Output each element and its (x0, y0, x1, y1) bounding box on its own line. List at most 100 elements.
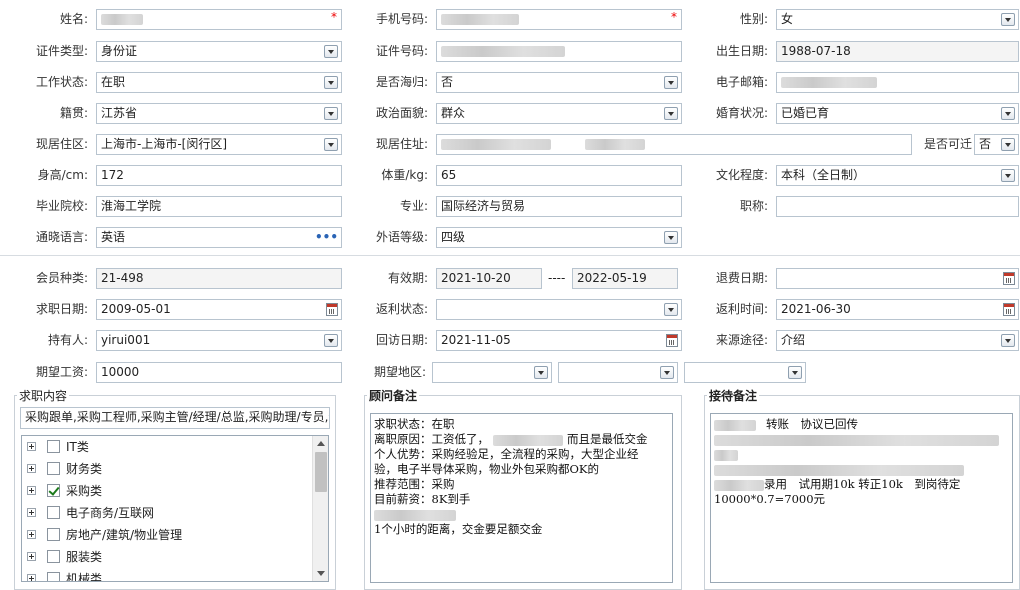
rebate-time-input[interactable]: 2021-06-30 (776, 299, 1019, 320)
advisor-notes-textarea[interactable]: 求职状态：在职 离职原因：工资低了， 而且是最低交金 个人优势：采购经验足，全流程… (370, 413, 673, 583)
more-icon[interactable]: ••• (315, 230, 338, 244)
plus-icon[interactable] (27, 486, 36, 495)
job-intent-summary[interactable]: 采购跟单,采购工程师,采购主管/经理/总监,采购助理/专员,仓 (20, 407, 330, 429)
id-no-input[interactable] (436, 41, 682, 62)
calendar-icon[interactable] (1003, 272, 1015, 285)
source-select[interactable]: 介绍 (776, 330, 1019, 351)
gender-select[interactable]: 女 (776, 9, 1019, 30)
residence-area-select[interactable]: 上海市-上海市-[闵行区] (96, 134, 342, 155)
salary-input[interactable]: 10000 (96, 362, 342, 383)
plus-icon[interactable] (27, 442, 36, 451)
note-line: 转账 协议已回传 (714, 417, 1009, 432)
title-input[interactable] (776, 196, 1019, 217)
lang-level-select[interactable]: 四级 (436, 227, 682, 248)
plus-icon[interactable] (27, 464, 36, 473)
member-type-field[interactable]: 21-498 (96, 268, 342, 289)
education-select[interactable]: 本科（全日制） (776, 165, 1019, 186)
native-select[interactable]: 江苏省 (96, 103, 342, 124)
calendar-icon[interactable] (326, 303, 338, 316)
scroll-up-icon[interactable] (317, 441, 325, 446)
tree-scrollbar[interactable] (312, 436, 328, 581)
region-city-select[interactable] (558, 362, 678, 383)
visit-date-input[interactable]: 2021-11-05 (436, 330, 682, 351)
returnee-select[interactable]: 否 (436, 72, 682, 93)
reception-notes-textarea[interactable]: 转账 协议已回传 录用 试用期10k 转正10k 到岗待定 10000*0.7=… (710, 413, 1013, 583)
chevron-down-icon[interactable] (1001, 334, 1015, 347)
chevron-down-icon[interactable] (664, 231, 678, 244)
valid-to-field[interactable]: 2022-05-19 (572, 268, 678, 289)
school-input[interactable]: 淮海工学院 (96, 196, 342, 217)
calendar-icon[interactable] (666, 334, 678, 347)
tree-label: 机械类 (66, 572, 103, 582)
chevron-down-icon[interactable] (1001, 138, 1015, 151)
birth-date-field[interactable]: 1988-07-18 (776, 41, 1019, 62)
note-line: 10000*0.7=7000元 (714, 492, 826, 506)
checkbox-icon[interactable] (47, 440, 60, 453)
label-id-type: 证件类型: (35, 44, 88, 58)
checkbox-icon[interactable] (47, 528, 60, 541)
chevron-down-icon[interactable] (664, 303, 678, 316)
chevron-down-icon[interactable] (324, 138, 338, 151)
height-input[interactable]: 172 (96, 165, 342, 186)
chevron-down-icon[interactable] (534, 366, 548, 379)
checkbox-icon[interactable] (47, 506, 60, 519)
note-line: 离职原因：工资低了， 而且是最低交金 (374, 432, 669, 447)
chevron-down-icon[interactable] (788, 366, 802, 379)
chevron-down-icon[interactable] (660, 366, 674, 379)
plus-icon[interactable] (27, 552, 36, 561)
checkbox-icon[interactable] (47, 572, 60, 581)
checkbox-icon[interactable] (47, 484, 60, 497)
relocate-select[interactable]: 否 (974, 134, 1019, 155)
valid-from-field[interactable]: 2021-10-20 (436, 268, 542, 289)
chevron-down-icon[interactable] (1001, 107, 1015, 120)
redacted-text (493, 434, 563, 446)
label-visit-date: 回访日期: (375, 333, 428, 347)
plus-icon[interactable] (27, 530, 36, 539)
chevron-down-icon[interactable] (324, 45, 338, 58)
checkbox-icon[interactable] (47, 462, 60, 475)
major-input[interactable]: 国际经济与贸易 (436, 196, 682, 217)
scroll-down-icon[interactable] (317, 571, 325, 576)
chevron-down-icon[interactable] (324, 76, 338, 89)
plus-icon[interactable] (27, 574, 36, 581)
politics-select[interactable]: 群众 (436, 103, 682, 124)
label-lang-level: 外语等级: (375, 230, 428, 244)
email-input[interactable] (776, 72, 1019, 93)
region-province-select[interactable] (432, 362, 552, 383)
redacted-text (714, 464, 964, 476)
name-input[interactable]: * (96, 9, 342, 30)
scroll-thumb[interactable] (315, 452, 327, 492)
region-district-select[interactable] (684, 362, 806, 383)
chevron-down-icon[interactable] (324, 334, 338, 347)
chevron-down-icon[interactable] (324, 107, 338, 120)
chevron-down-icon[interactable] (1001, 13, 1015, 26)
salary-value: 10000 (101, 365, 140, 379)
weight-input[interactable]: 65 (436, 165, 682, 186)
redacted-value (584, 139, 645, 150)
note-text: 转账 协议已回传 (766, 417, 858, 431)
calendar-icon[interactable] (1003, 303, 1015, 316)
label-rebate-time: 返利时间: (715, 302, 768, 316)
work-status-select[interactable]: 在职 (96, 72, 342, 93)
job-date-input[interactable]: 2009-05-01 (96, 299, 342, 320)
language-picker[interactable]: 英语 ••• (96, 227, 342, 248)
chevron-down-icon[interactable] (664, 107, 678, 120)
label-residence-area: 现居住区: (35, 137, 88, 151)
refund-date-input[interactable] (776, 268, 1019, 289)
school-value: 淮海工学院 (101, 199, 162, 213)
redacted-value (441, 14, 519, 25)
label-refund-date: 退费日期: (715, 271, 768, 285)
chevron-down-icon[interactable] (1001, 169, 1015, 182)
marriage-select[interactable]: 已婚已育 (776, 103, 1019, 124)
plus-icon[interactable] (27, 508, 36, 517)
checkbox-icon[interactable] (47, 550, 60, 563)
reception-notes-title: 接待备注 (707, 389, 760, 403)
mobile-input[interactable]: * (436, 9, 682, 30)
job-category-tree[interactable]: IT类 财务类 采购类 电子商务/互联网 房地产/建筑/物业管理 服装类 机械类 (21, 435, 329, 582)
chevron-down-icon[interactable] (664, 76, 678, 89)
id-type-select[interactable]: 身份证 (96, 41, 342, 62)
politics-value: 群众 (441, 106, 466, 120)
holder-select[interactable]: yirui001 (96, 330, 342, 351)
residence-address-input[interactable] (436, 134, 912, 155)
rebate-status-select[interactable] (436, 299, 682, 320)
